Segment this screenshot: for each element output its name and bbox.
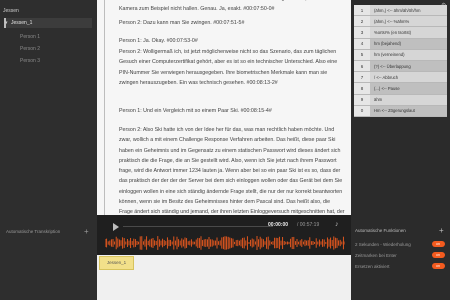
auto-option-label: 2 Sekunden - Wiederholung xyxy=(355,242,411,247)
auto-option-toggle[interactable]: on xyxy=(432,252,445,258)
sidebar-item-person-2[interactable]: Person 2 xyxy=(20,46,40,52)
sidebar-item-label: Jessen_1 xyxy=(11,20,33,26)
shortcut-list: 1 (ähm,) <-- ähm/äh/öh/hm 2 (ähm,) <-- %äh… xyxy=(354,5,447,117)
transcript-paragraph[interactable]: Person 2: Dazu kann man Sie zwingen. #00… xyxy=(119,18,345,28)
editor-gutter xyxy=(104,0,105,215)
shortcut-row[interactable]: 4 hm (bejahend) xyxy=(354,38,447,50)
transcript-paragraph[interactable]: Person 1: Und ein Vergleich mit so einem… xyxy=(119,106,345,116)
shortcut-row[interactable]: 5 hm (verneinend) xyxy=(354,49,447,61)
auto-option-toggle[interactable]: on xyxy=(432,263,445,269)
plus-icon[interactable]: + xyxy=(84,227,89,236)
transcript-paragraph[interactable]: Person 1: Ja. Okay. #00:07:53-0# xyxy=(119,36,345,46)
sidebar-item-person-1[interactable]: Person 1 xyxy=(20,34,40,40)
auto-transcription-label: Automatische Transkription xyxy=(6,229,61,234)
shortcut-row[interactable]: 8 (...) <-- Pause xyxy=(354,83,447,95)
volume-icon[interactable]: ♪ xyxy=(335,221,339,228)
playback-timeline[interactable] xyxy=(123,226,273,227)
auto-functions-title: Automatische Funktionen xyxy=(355,228,406,233)
total-time: / 00:57:19 xyxy=(297,222,320,228)
transcript-paragraph[interactable]: Person 1: Und die Zertifikate sind dann … xyxy=(119,0,345,15)
sidebar-right: ⚙ 1(ähm,) <-- ähm/äh/öh/hm 2(ähm,) <-- %… xyxy=(351,0,450,300)
sidebar-item-selected[interactable]: ▾ Jessen_1 xyxy=(4,18,92,28)
shortcut-row[interactable]: 3 %ortsr% (en tsortst) xyxy=(354,27,447,39)
plus-icon[interactable]: + xyxy=(439,226,444,235)
current-time: 00:00:00 xyxy=(268,222,289,228)
chevron-down-icon[interactable]: ▾ xyxy=(5,18,8,28)
shortcut-row[interactable]: 9 ähm xyxy=(354,94,447,106)
transcript-paragraph[interactable]: Person 2: Also Ski hatte ich von der Ide… xyxy=(119,125,345,215)
shortcut-row[interactable]: 1 (ähm,) <-- ähm/äh/öh/hm xyxy=(354,5,447,17)
play-icon[interactable] xyxy=(113,223,119,231)
sidebar-item-person-3[interactable]: Person 3 xyxy=(20,58,40,64)
sidebar-title: Jessen xyxy=(3,8,19,14)
shortcut-row[interactable]: 7/ <-- Abbruch xyxy=(354,72,447,84)
audio-player: 00:00:00 / 00:57:19 ♪ xyxy=(97,215,351,255)
tab-jessen-1[interactable]: Jessen_1 xyxy=(99,256,134,270)
waveform[interactable] xyxy=(105,235,345,251)
auto-option-label: Ersetzen aktiviert xyxy=(355,264,390,269)
shortcut-row[interactable]: 0 Hm <-- Zögerungslaut xyxy=(354,105,447,117)
sidebar-left: Jessen ▾ Jessen_1 Person 1 Person 2 Pers… xyxy=(0,0,97,300)
auto-option-toggle[interactable]: on xyxy=(432,241,445,247)
shortcut-row[interactable]: 2 (ähm,) <-- %ähm% xyxy=(354,16,447,28)
auto-option-label: Zeitmarken bei Enter xyxy=(355,253,397,258)
bottom-tab-bar: Jessen_1 xyxy=(97,255,351,300)
transcript-editor[interactable]: Person 1: Und die Zertifikate sind dann … xyxy=(97,0,351,215)
transcript-paragraph[interactable]: Person 2: Wolligermaß ich, ist jetzt mög… xyxy=(119,47,345,88)
shortcut-row[interactable]: 6 (?) <-- Überlappung xyxy=(354,60,447,73)
